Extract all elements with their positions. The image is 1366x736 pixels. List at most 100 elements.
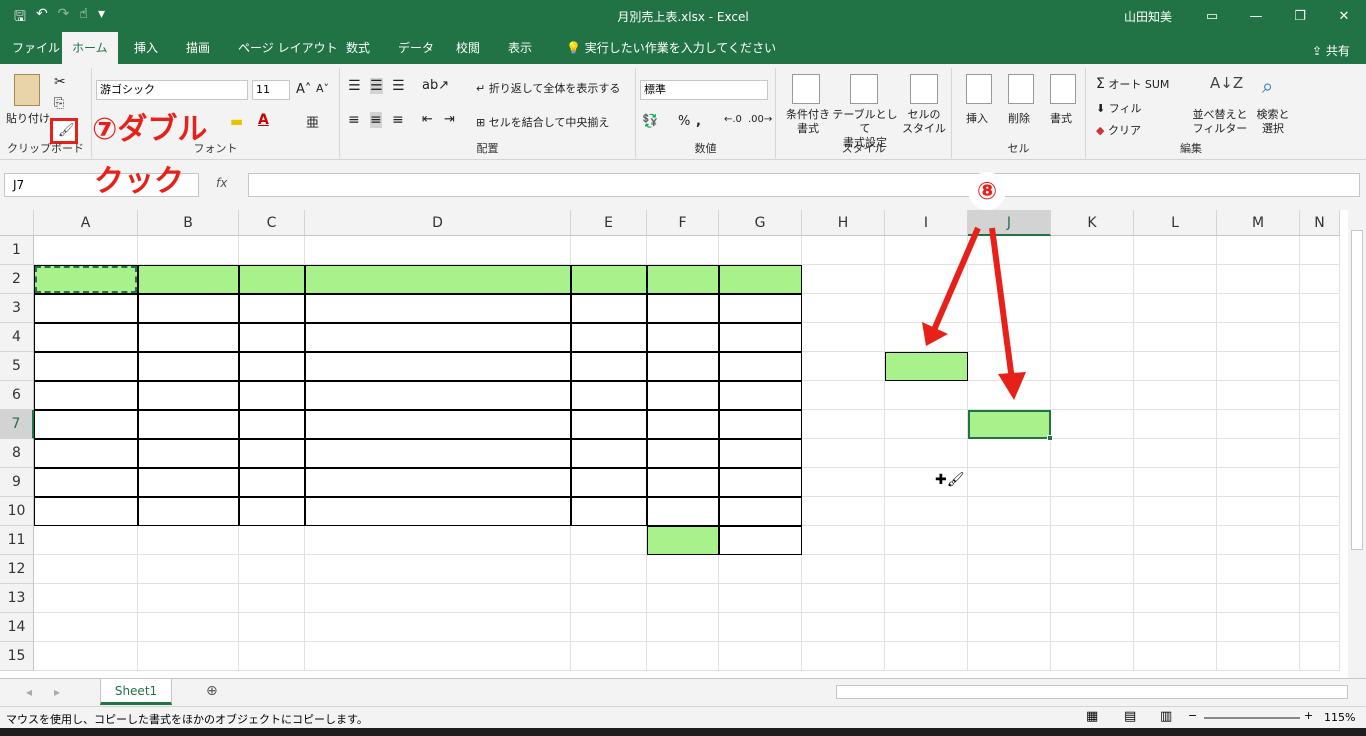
cell-b10[interactable] [138, 497, 239, 526]
cell-g4[interactable] [719, 323, 802, 352]
cell-b9[interactable] [138, 468, 239, 497]
cut-icon[interactable]: ✂ [54, 74, 66, 90]
cell-e3[interactable] [571, 294, 647, 323]
cell-b3[interactable] [138, 294, 239, 323]
cell-k11[interactable] [1051, 526, 1134, 555]
cell-k7[interactable] [1051, 410, 1134, 439]
cell-e8[interactable] [571, 439, 647, 468]
cell-g7[interactable] [719, 410, 802, 439]
zoom-in-icon[interactable]: + [1304, 709, 1313, 722]
row-header-15[interactable]: 15 [0, 642, 34, 671]
cell-g2[interactable] [719, 265, 802, 294]
cell-g10[interactable] [719, 497, 802, 526]
cell-e15[interactable] [571, 642, 647, 671]
row-header-1[interactable]: 1 [0, 236, 34, 265]
cell-n8[interactable] [1300, 439, 1340, 468]
cell-a8[interactable] [34, 439, 138, 468]
sheet-tab-sheet1[interactable]: Sheet1 [100, 679, 172, 705]
cell-h9[interactable] [802, 468, 885, 497]
tab-draw[interactable]: 描画 [176, 32, 220, 64]
cell-f15[interactable] [647, 642, 719, 671]
cell-m4[interactable] [1217, 323, 1300, 352]
restore-icon[interactable]: ❐ [1278, 0, 1322, 32]
cell-m7[interactable] [1217, 410, 1300, 439]
cell-n4[interactable] [1300, 323, 1340, 352]
cell-j15[interactable] [968, 642, 1051, 671]
row-header-14[interactable]: 14 [0, 613, 34, 642]
cell-a6[interactable] [34, 381, 138, 410]
cell-n15[interactable] [1300, 642, 1340, 671]
column-header-f[interactable]: F [647, 210, 719, 236]
align-middle-icon[interactable]: ☰ [370, 78, 383, 94]
cell-e13[interactable] [571, 584, 647, 613]
sort-filter-icon[interactable]: A↓Z [1210, 74, 1243, 104]
cell-n12[interactable] [1300, 555, 1340, 584]
insert-function-icon[interactable]: fx [216, 176, 227, 190]
row-header-6[interactable]: 6 [0, 381, 34, 410]
cell-d15[interactable] [305, 642, 571, 671]
cell-j5[interactable] [968, 352, 1051, 381]
column-header-h[interactable]: H [802, 210, 885, 236]
row-header-8[interactable]: 8 [0, 439, 34, 468]
merge-center-button[interactable]: ⊞ セルを結合して中央揃え [476, 114, 609, 130]
column-header-a[interactable]: A [34, 210, 138, 236]
cell-h6[interactable] [802, 381, 885, 410]
cell-f14[interactable] [647, 613, 719, 642]
comma-icon[interactable]: , [696, 114, 701, 129]
cell-i14[interactable] [885, 613, 968, 642]
cell-j7-active[interactable] [968, 410, 1051, 439]
fill-color-icon[interactable]: ▬ [230, 114, 243, 130]
paste-icon[interactable] [14, 74, 40, 106]
cell-b7[interactable] [138, 410, 239, 439]
cell-a10[interactable] [34, 497, 138, 526]
paste-label[interactable]: 貼り付け [6, 110, 50, 126]
cell-c14[interactable] [239, 613, 305, 642]
close-icon[interactable]: ✕ [1322, 0, 1366, 32]
cell-f11[interactable] [647, 526, 719, 555]
cell-m5[interactable] [1217, 352, 1300, 381]
vertical-scroll-thumb[interactable] [1351, 230, 1363, 550]
cell-c10[interactable] [239, 497, 305, 526]
cell-g6[interactable] [719, 381, 802, 410]
cell-a12[interactable] [34, 555, 138, 584]
cell-n13[interactable] [1300, 584, 1340, 613]
conditional-format-label[interactable]: 条件付き 書式 [780, 108, 836, 136]
align-right-icon[interactable]: ≡ [392, 112, 404, 128]
cell-l12[interactable] [1134, 555, 1217, 584]
cell-a13[interactable] [34, 584, 138, 613]
cell-c12[interactable] [239, 555, 305, 584]
cell-f2[interactable] [647, 265, 719, 294]
delete-cells-icon[interactable] [1008, 74, 1034, 104]
cell-i13[interactable] [885, 584, 968, 613]
cell-j8[interactable] [968, 439, 1051, 468]
cell-j3[interactable] [968, 294, 1051, 323]
cell-n9[interactable] [1300, 468, 1340, 497]
cell-m6[interactable] [1217, 381, 1300, 410]
cell-j12[interactable] [968, 555, 1051, 584]
cell-d1[interactable] [305, 236, 571, 265]
next-sheet-icon[interactable]: ▸ [54, 685, 60, 699]
cell-l4[interactable] [1134, 323, 1217, 352]
cell-d14[interactable] [305, 613, 571, 642]
decrease-indent-icon[interactable]: ⇤ [422, 112, 433, 127]
cell-l6[interactable] [1134, 381, 1217, 410]
cell-e7[interactable] [571, 410, 647, 439]
zoom-out-icon[interactable]: − [1188, 709, 1197, 722]
cell-h10[interactable] [802, 497, 885, 526]
cell-c7[interactable] [239, 410, 305, 439]
column-header-l[interactable]: L [1134, 210, 1217, 236]
number-format-select[interactable]: 標準 [640, 80, 768, 100]
column-header-m[interactable]: M [1217, 210, 1300, 236]
cell-f7[interactable] [647, 410, 719, 439]
cell-d2[interactable] [305, 265, 571, 294]
fill-button[interactable]: ⬇ フィル [1096, 100, 1142, 116]
cell-l14[interactable] [1134, 613, 1217, 642]
cell-g14[interactable] [719, 613, 802, 642]
cell-i3[interactable] [885, 294, 968, 323]
cell-b14[interactable] [138, 613, 239, 642]
cell-d7[interactable] [305, 410, 571, 439]
cell-k6[interactable] [1051, 381, 1134, 410]
cell-g3[interactable] [719, 294, 802, 323]
column-header-n[interactable]: N [1300, 210, 1340, 236]
vertical-scrollbar[interactable] [1348, 210, 1366, 678]
